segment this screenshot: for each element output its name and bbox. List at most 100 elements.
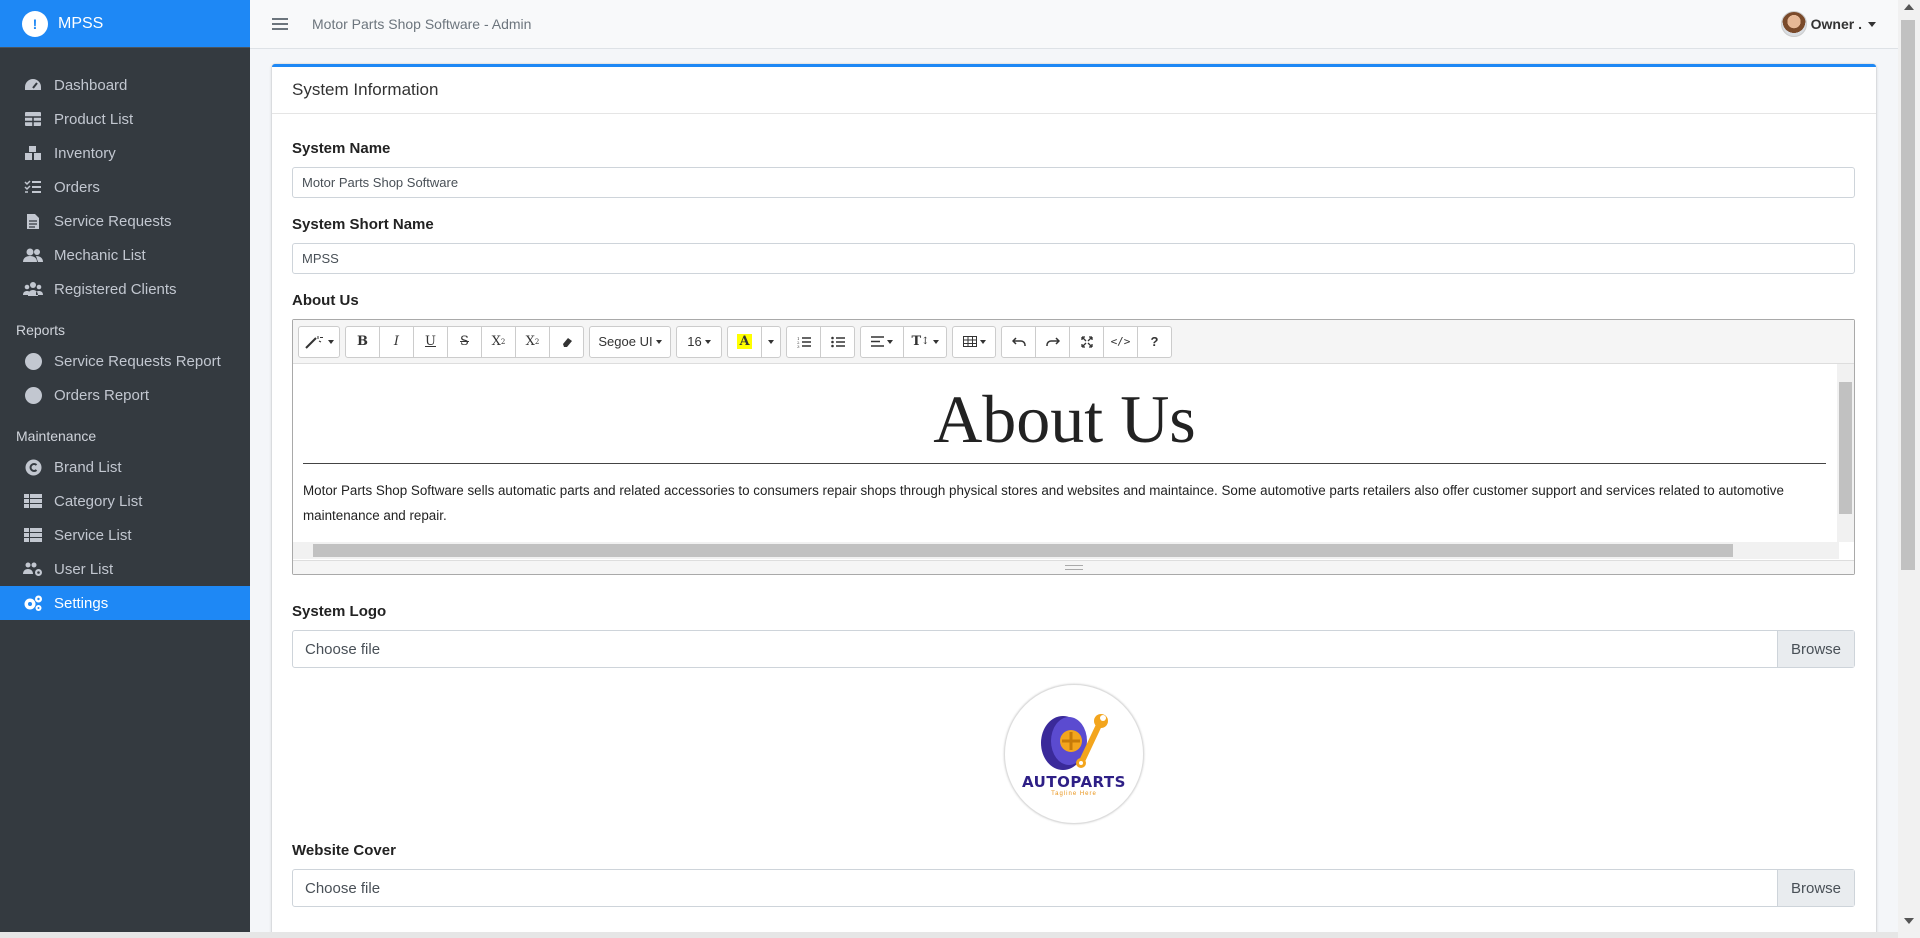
sidebar-item-orders[interactable]: Orders [0,170,250,204]
superscript-button[interactable]: X2 [481,325,516,358]
user-menu[interactable]: Owner . [1780,11,1876,37]
system-information-card: System Information System Name System Sh… [272,64,1876,938]
scrollbar-thumb[interactable] [1901,20,1915,570]
table-button[interactable] [952,325,996,358]
line-height-button[interactable]: T ↕ [903,325,947,358]
code-view-button[interactable]: </> [1103,325,1138,358]
boxes-icon [22,144,44,162]
system-logo-image: AUTOPARTS Tagline Here [1004,684,1144,824]
sidebar-item-label: Service Requests [54,212,172,230]
sidebar-item-label: Category List [54,492,143,510]
sidebar-item-service-requests-report[interactable]: Service Requests Report [0,344,250,378]
sidebar-item-service-requests[interactable]: Service Requests [0,204,250,238]
logo-tagline: Tagline Here [1051,791,1097,797]
about-heading: About Us [933,381,1196,457]
cogs-icon [22,594,44,612]
system-logo-file-input[interactable]: Choose file Browse [292,630,1855,668]
undo-button[interactable] [1001,325,1036,358]
sidebar-item-label: Service Requests Report [54,352,221,370]
website-cover-label: Website Cover [292,842,396,859]
sidebar-item-product-list[interactable]: Product List [0,102,250,136]
question-icon: ? [1150,334,1159,349]
unordered-list-button[interactable] [820,325,855,358]
font-size-dropdown[interactable]: 16 [676,325,722,358]
sidebar-item-dashboard[interactable]: Dashboard [0,68,250,102]
browse-button[interactable]: Browse [1777,870,1854,906]
sidebar-item-mechanic-list[interactable]: Mechanic List [0,238,250,272]
sidebar-item-settings[interactable]: Settings [0,586,250,620]
sidebar-item-category-list[interactable]: Category List [0,484,250,518]
file-icon [22,212,44,230]
sidebar-item-label: Registered Clients [54,280,177,298]
align-left-icon [871,336,884,347]
sidebar-item-inventory[interactable]: Inventory [0,136,250,170]
expand-icon [1080,335,1093,348]
help-button[interactable]: ? [1137,325,1172,358]
th-list-icon [22,492,44,510]
ordered-list-button[interactable]: 123 [786,325,821,358]
color-dropdown-button[interactable] [761,325,781,358]
logo-preview: AUTOPARTS Tagline Here [292,684,1856,824]
tasks-icon [22,178,44,196]
sidebar-item-label: Product List [54,110,134,128]
paragraph-align-button[interactable] [860,325,904,358]
system-short-name-input[interactable] [292,243,1855,274]
sidebar-item-label: Mechanic List [54,246,146,264]
code-icon: </> [1110,335,1131,348]
fullscreen-button[interactable] [1069,325,1104,358]
sidebar-item-registered-clients[interactable]: Registered Clients [0,272,250,306]
italic-button[interactable]: I [379,325,414,358]
strikethrough-button[interactable]: S [447,325,482,358]
browse-button[interactable]: Browse [1777,631,1854,667]
website-cover-file-input[interactable]: Choose file Browse [292,869,1855,907]
bold-button[interactable]: B [345,325,380,358]
brand[interactable]: ! MPSS [0,0,250,48]
scroll-up-icon[interactable] [1904,4,1914,10]
scroll-down-icon[interactable] [1904,918,1914,924]
redo-button[interactable] [1035,325,1070,358]
circle-icon [22,352,44,370]
underline-button[interactable]: U [413,325,448,358]
ordered-list-icon: 123 [797,336,811,348]
editor-horizontal-scrollbar[interactable] [293,542,1839,559]
users-icon [22,246,44,264]
page-vertical-scrollbar[interactable] [1898,0,1920,938]
autoparts-logo-icon [1041,714,1108,770]
system-logo-label: System Logo [292,603,387,620]
font-family-dropdown[interactable]: Segoe UI [589,325,671,358]
users-cog-icon [22,560,44,578]
sidebar-item-label: User List [54,560,114,578]
system-name-input[interactable] [292,167,1855,198]
circle-icon [22,386,44,404]
sidebar-item-label: Orders [54,178,100,196]
eraser-icon [562,337,572,347]
sidebar-item-brand-list[interactable]: Brand List [0,450,250,484]
magic-wand-button[interactable] [298,325,340,358]
sidebar-item-label: Brand List [54,458,122,476]
unordered-list-icon [830,336,845,347]
sidebar-item-orders-report[interactable]: Orders Report [0,378,250,412]
sidebar-item-label: Orders Report [54,386,150,404]
system-name-label: System Name [292,140,391,157]
logo-brand-text: AUTOPARTS [1022,773,1126,791]
sidebar-item-label: Settings [54,594,109,612]
editor-toolbar: B I U S X2 X2 Segoe UI 16 A 1 2 3 T ↕ </… [293,320,1854,364]
sidebar: ! MPSS Dashboard Product List Inventory … [0,0,250,938]
editor-content[interactable]: About Us Motor Parts Shop Software sells… [293,364,1836,542]
undo-icon [1011,336,1026,346]
text-color-button[interactable]: A [727,325,762,358]
highlight-a-icon: A [737,334,752,349]
users-group-icon [22,280,44,298]
sidebar-item-user-list[interactable]: User List [0,552,250,586]
subscript-button[interactable]: X2 [515,325,550,358]
dashboard-icon [22,76,44,94]
menu-toggle-icon[interactable] [272,18,288,30]
page-horizontal-scrollbar[interactable] [0,932,1898,938]
th-list-icon [22,526,44,544]
editor-vertical-scrollbar[interactable] [1837,364,1854,542]
editor-resize-handle[interactable] [293,560,1854,574]
eraser-button[interactable] [549,325,584,358]
user-name: Owner . [1810,16,1862,32]
sidebar-item-service-list[interactable]: Service List [0,518,250,552]
divider [303,462,1826,464]
